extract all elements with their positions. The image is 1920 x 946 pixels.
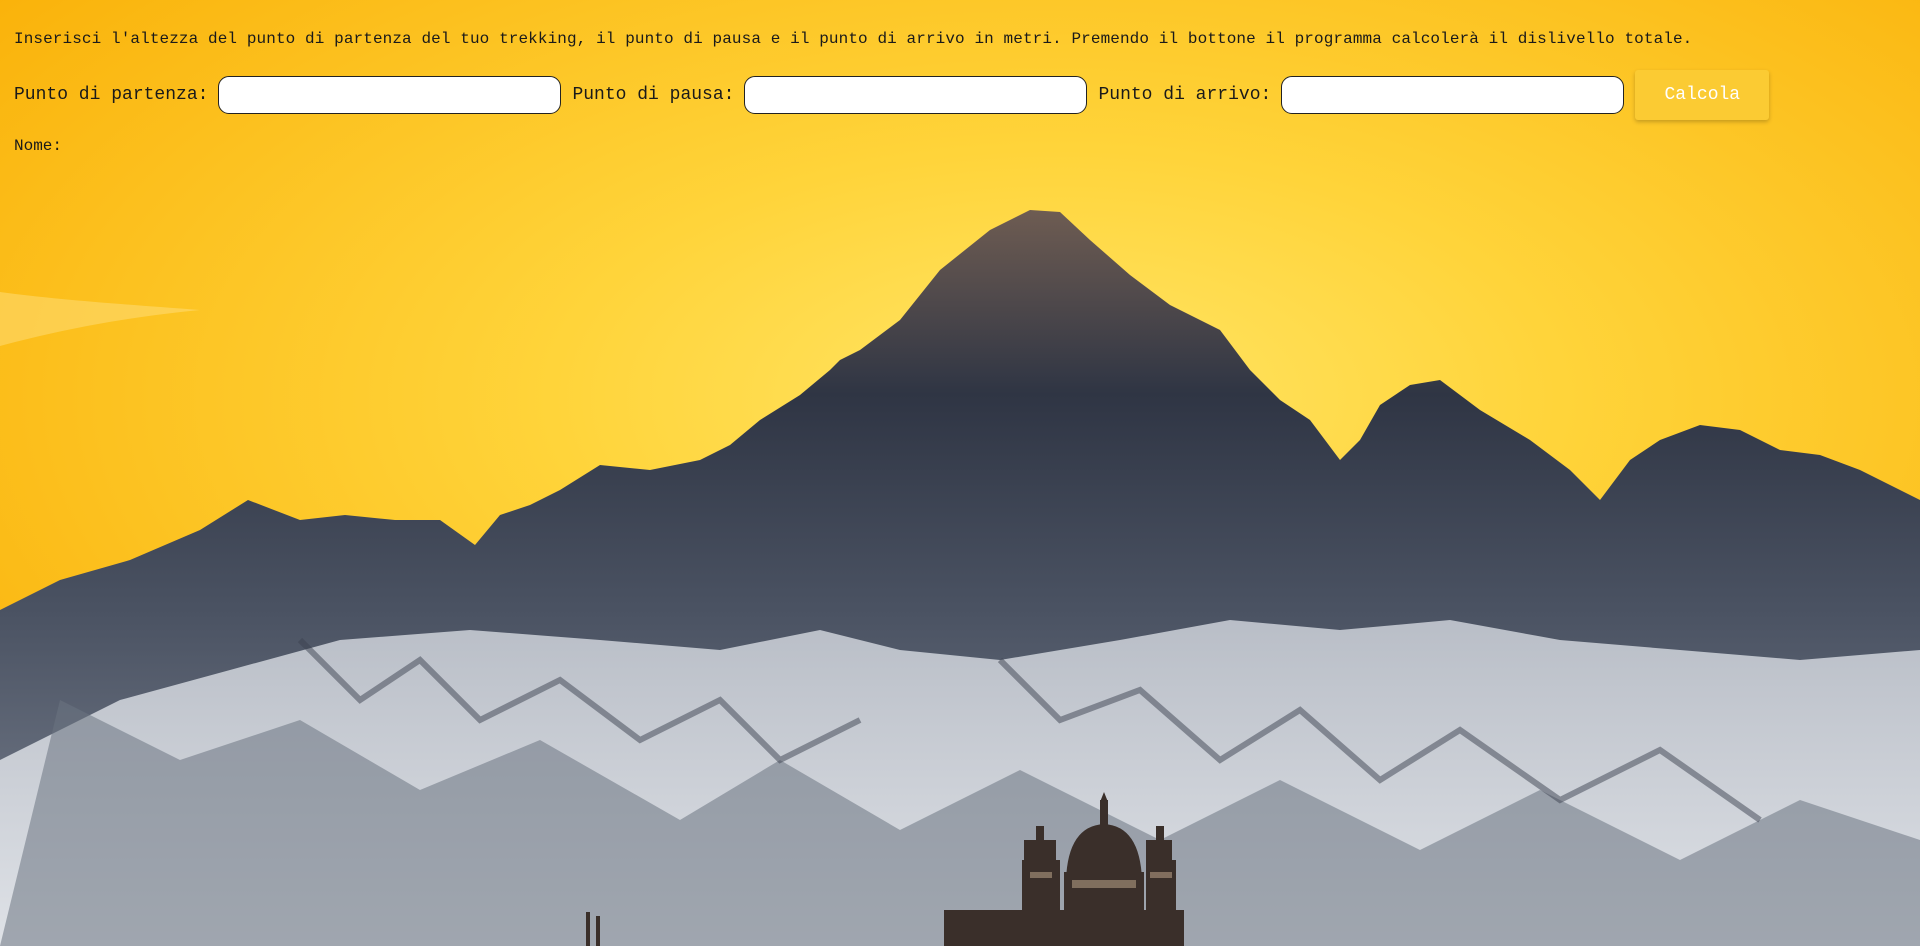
start-point-label: Punto di partenza:	[14, 85, 209, 105]
name-label: Nome:	[14, 137, 63, 155]
trekking-form: Punto di partenza: Punto di pausa: Punto…	[14, 69, 1906, 121]
instructions-text: Inserisci l'altezza del punto di partenz…	[14, 30, 1693, 48]
pause-point-label: Punto di pausa:	[572, 85, 735, 105]
result-row: Nome:	[14, 137, 1906, 155]
end-point-input[interactable]	[1281, 76, 1625, 114]
start-point-input[interactable]	[218, 76, 562, 114]
calculate-button[interactable]: Calcola	[1635, 70, 1770, 120]
end-point-label: Punto di arrivo:	[1098, 85, 1272, 105]
pause-point-input[interactable]	[744, 76, 1088, 114]
main-content: Inserisci l'altezza del punto di partenz…	[0, 0, 1920, 155]
